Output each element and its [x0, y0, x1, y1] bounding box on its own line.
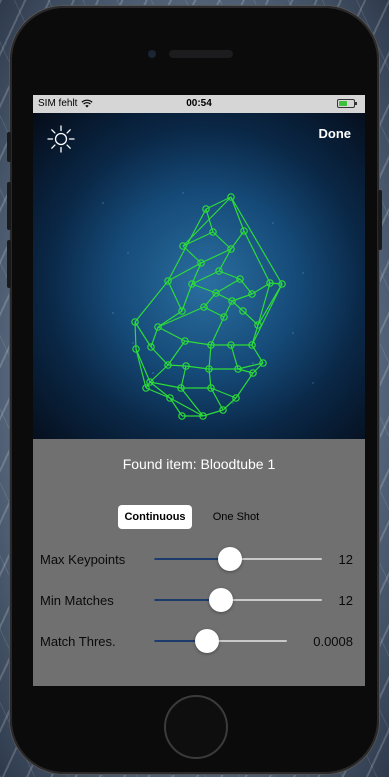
mesh-edge	[134, 321, 137, 350]
mesh-edge	[210, 387, 237, 399]
match-threshold-row: Match Thres. 0.0008	[33, 629, 365, 653]
battery-level	[339, 101, 348, 106]
brightness-button[interactable]	[45, 123, 77, 155]
camera-preview: Done	[33, 113, 365, 439]
mesh-edge	[215, 278, 241, 294]
mesh-edge	[230, 196, 245, 232]
power-button	[378, 190, 382, 250]
mode-segmented-control: Continuous One Shot	[118, 505, 278, 529]
max-keypoints-label: Max Keypoints	[40, 552, 126, 567]
mesh-edge	[230, 196, 283, 285]
mesh-edge	[181, 283, 193, 312]
min-matches-row: Min Matches 12	[33, 588, 365, 612]
mesh-edge	[157, 326, 186, 342]
match-threshold-slider[interactable]	[154, 629, 287, 653]
max-keypoints-thumb[interactable]	[217, 547, 242, 571]
mesh-edge	[134, 321, 152, 348]
battery-icon	[337, 99, 357, 108]
min-matches-thumb[interactable]	[209, 588, 234, 612]
mesh-edge	[167, 340, 186, 366]
status-time: 00:54	[186, 98, 212, 109]
done-button[interactable]: Done	[319, 126, 352, 141]
mesh-edge	[157, 310, 183, 328]
mode-continuous[interactable]: Continuous	[118, 505, 192, 529]
match-threshold-label: Match Thres.	[40, 634, 116, 649]
mute-switch	[7, 132, 11, 162]
volume-down-button	[7, 240, 11, 288]
min-matches-label: Min Matches	[40, 593, 114, 608]
mesh-edge	[210, 316, 225, 346]
mesh-edge	[169, 397, 204, 417]
min-matches-slider[interactable]	[154, 588, 322, 612]
mesh-edge	[145, 387, 171, 399]
front-camera	[148, 50, 156, 58]
sun-icon	[47, 125, 75, 153]
max-keypoints-value: 12	[338, 552, 353, 567]
mode-one-shot[interactable]: One Shot	[200, 505, 272, 529]
screen: SIM fehlt 00:54 Done Found item: Bloodtu…	[33, 95, 365, 686]
match-threshold-thumb[interactable]	[195, 629, 220, 653]
mesh-edge	[235, 372, 254, 399]
mesh-edge	[269, 282, 283, 285]
max-keypoints-slider[interactable]	[154, 547, 322, 571]
max-keypoints-row: Max Keypoints 12	[33, 547, 365, 571]
mesh-edge	[180, 387, 204, 417]
earpiece-speaker	[169, 50, 233, 58]
mesh-lines	[134, 196, 283, 417]
mesh-edge	[191, 283, 217, 294]
mesh-edge	[134, 280, 169, 323]
match-threshold-value: 0.0008	[313, 634, 353, 649]
feature-mesh	[102, 192, 314, 420]
found-item-label: Found item: Bloodtube 1	[122, 456, 276, 472]
home-button[interactable]	[164, 695, 228, 759]
mesh-edge	[184, 340, 212, 346]
control-panel: Found item: Bloodtube 1 Continuous One S…	[33, 439, 365, 686]
status-bar: SIM fehlt 00:54	[33, 95, 365, 113]
mesh-edge	[231, 300, 244, 312]
mesh-edge	[191, 270, 220, 285]
min-matches-value: 12	[338, 593, 353, 608]
volume-up-button	[7, 182, 11, 230]
mesh-edge	[167, 280, 183, 312]
mesh-edge	[205, 196, 232, 210]
